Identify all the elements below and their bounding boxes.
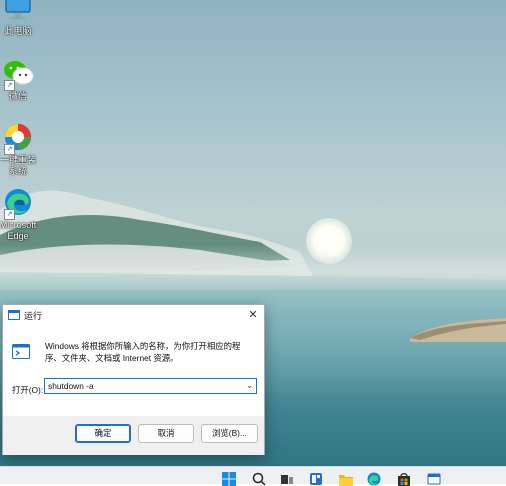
haze <box>0 245 506 290</box>
ok-button[interactable]: 确定 <box>75 424 131 443</box>
dialog-description: Windows 将根据你所输入的名称，为你打开相应的程序、文件夹、文档或 Int… <box>45 340 257 364</box>
shortcut-arrow-icon: ↗ <box>4 80 15 91</box>
desktop-icon-label-line2: Edge <box>0 231 38 242</box>
store-icon[interactable] <box>397 472 411 486</box>
taskbar-app-icon[interactable] <box>427 472 441 486</box>
desktop-icon-edge[interactable]: ↗ Microsoft Edge <box>0 186 38 242</box>
close-icon: ✕ <box>248 309 257 321</box>
desktop-icon-label: Microsoft Edge <box>0 220 38 242</box>
desktop-icon-label: 此电脑 <box>0 26 38 37</box>
open-input-value[interactable]: shutdown -a <box>48 381 94 391</box>
desktop-icon-label-line1: 一键重装 <box>0 155 38 166</box>
task-view-icon[interactable] <box>280 472 294 486</box>
open-label: 打开(O): <box>12 384 43 396</box>
search-icon[interactable] <box>252 472 266 486</box>
cancel-button[interactable]: 取消 <box>138 424 194 443</box>
run-icon <box>12 344 30 359</box>
open-combobox[interactable]: shutdown -a ⌄ <box>44 378 257 394</box>
sandbar <box>410 316 506 342</box>
desktop-icon-label-line2: 系统 <box>0 166 38 177</box>
browse-button[interactable]: 浏览(B)... <box>201 424 258 443</box>
desktop-icon-wechat[interactable]: ↗ 微信 <box>0 57 38 102</box>
file-explorer-icon[interactable] <box>339 472 353 486</box>
edge-icon[interactable] <box>367 472 381 486</box>
reinstall-icon: ↗ <box>2 121 34 153</box>
dialog-body: Windows 将根据你所输入的名称，为你打开相应的程序、文件夹、文档或 Int… <box>3 325 264 416</box>
shortcut-arrow-icon: ↗ <box>4 144 15 155</box>
widgets-icon[interactable] <box>309 472 323 486</box>
desktop-icon-label-line1: Microsoft <box>0 220 38 231</box>
close-button[interactable]: ✕ <box>242 305 264 325</box>
windows-start-icon[interactable] <box>222 472 236 486</box>
edge-icon: ↗ <box>2 186 34 218</box>
computer-icon <box>2 0 34 24</box>
dialog-footer: 确定 取消 浏览(B)... <box>3 416 264 455</box>
wechat-icon: ↗ <box>2 57 34 89</box>
shortcut-arrow-icon: ↗ <box>4 209 15 220</box>
desktop-icon-label: 微信 <box>0 91 38 102</box>
desktop-icon-reinstall[interactable]: ↗ 一键重装 系统 <box>0 121 38 177</box>
desktop-icon-computer[interactable]: 此电脑 <box>0 0 38 37</box>
run-app-icon <box>8 310 20 320</box>
run-dialog: 运行 ✕ Windows 将根据你所输入的名称，为你打开相应的程序、文件夹、文档… <box>2 304 265 455</box>
desktop-icon-label: 一键重装 系统 <box>0 155 38 177</box>
dialog-titlebar[interactable]: 运行 ✕ <box>3 305 264 325</box>
taskbar <box>0 466 506 484</box>
dialog-title: 运行 <box>24 309 42 322</box>
chevron-down-icon[interactable]: ⌄ <box>246 379 253 393</box>
